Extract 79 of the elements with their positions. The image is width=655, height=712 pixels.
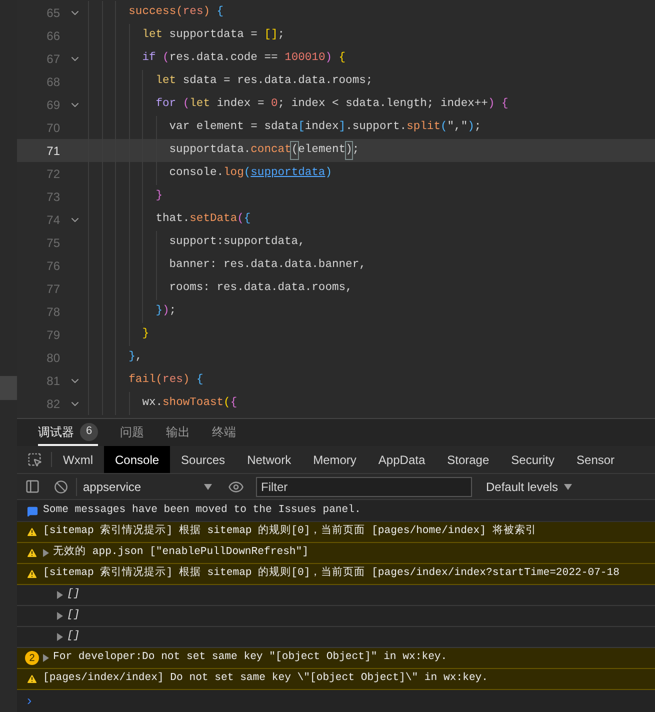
devtools-tab[interactable]: Memory	[302, 446, 368, 473]
code-line: success(res) {	[88, 1, 224, 24]
code-line: },	[88, 346, 142, 369]
expand-triangle-icon[interactable]	[43, 654, 49, 662]
console-message: Some messages have been moved to the Issues panel.	[43, 503, 361, 518]
panel-tab[interactable]: 输出	[166, 419, 190, 446]
warning-icon	[26, 673, 38, 685]
panel-tab[interactable]: 终端	[212, 419, 236, 446]
line-number: 78	[46, 304, 61, 320]
console-message: []	[67, 629, 80, 644]
line-number: 69	[46, 96, 61, 114]
line-number: 80	[46, 350, 61, 366]
line-number: 82	[46, 396, 61, 412]
count-badge: 6	[80, 422, 98, 440]
line-number: 67	[46, 50, 61, 68]
devtools-tab[interactable]: Sources	[170, 446, 236, 473]
dropdown-triangle-icon	[204, 484, 212, 490]
expand-triangle-icon[interactable]	[57, 633, 63, 641]
line-number: 74	[46, 212, 61, 228]
line-number: 68	[46, 74, 61, 90]
code-line: rooms: res.data.data.rooms,	[88, 277, 352, 300]
code-line: supportdata.concat(element);	[88, 139, 360, 162]
clear-console-icon[interactable]	[54, 480, 68, 494]
line-number: 66	[46, 28, 61, 44]
line-number: 76	[46, 258, 61, 274]
devtools-tab[interactable]: Storage	[436, 446, 500, 473]
devtools-tab[interactable]: Security	[500, 446, 566, 473]
eye-icon[interactable]	[228, 478, 244, 494]
expand-triangle-icon[interactable]	[57, 612, 63, 620]
console-message: [pages/index/index] Do not set same key \"[object Object]\" in wx:key.	[43, 671, 488, 686]
warning-icon	[26, 568, 38, 580]
code-line: fail(res) {	[88, 369, 204, 392]
console-message: []	[67, 608, 80, 624]
filter-field[interactable]: Filter	[256, 476, 472, 496]
inspect-icon[interactable]	[26, 452, 42, 467]
devtools-tab[interactable]: Wxml	[52, 446, 104, 473]
devtools-tab[interactable]: Console	[104, 446, 170, 473]
devtools-tab[interactable]: AppData	[367, 446, 436, 473]
warning-icon	[26, 547, 38, 559]
message-icon	[26, 506, 38, 516]
console-prompt[interactable]: ›	[27, 690, 32, 711]
context-dropdown[interactable]: appservice	[76, 478, 216, 496]
line-number: 65	[46, 4, 61, 22]
line-number: 81	[46, 372, 61, 390]
line-number: 72	[46, 166, 61, 182]
code-line: });	[88, 300, 176, 323]
devtools-tab[interactable]: Network	[236, 446, 302, 473]
code-line: banner: res.data.data.banner,	[88, 254, 366, 277]
code-line: that.setData({	[88, 208, 251, 231]
devtools-tab[interactable]: Sensor	[566, 446, 626, 473]
code-line: support:supportdata,	[88, 231, 305, 254]
console-message: For developer:Do not set same key "[object Object]" in wx:key.	[53, 650, 448, 666]
console-message: [sitemap 索引情况提示] 根据 sitemap 的规则[0]，当前页面 [pages/index/index?startTime=2022-07-18	[43, 566, 620, 582]
code-line: wx.showToast({	[88, 392, 238, 415]
expand-triangle-icon[interactable]	[57, 591, 63, 599]
activity-indicator	[0, 376, 17, 400]
sidebar-toggle-icon[interactable]	[25, 479, 40, 494]
console-message: [sitemap 索引情况提示] 根据 sitemap 的规则[0]，当前页面 [pages/home/index] 将被索引	[43, 524, 536, 540]
code-line: let sdata = res.data.data.rooms;	[88, 70, 373, 93]
code-line: }	[88, 323, 149, 346]
code-line: if (res.data.code == 100010) {	[88, 47, 346, 70]
console-message: 无效的 app.json ["enablePullDownRefresh"]	[53, 545, 309, 560]
levels-dropdown[interactable]: Default levels	[486, 478, 572, 496]
code-line: let supportdata = [];	[88, 24, 285, 47]
line-number: 77	[46, 280, 61, 298]
line-number: 73	[46, 188, 61, 206]
panel-tab[interactable]: 问题	[120, 419, 144, 446]
line-number: 75	[46, 234, 61, 252]
line-number: 71	[46, 142, 61, 160]
line-number: 70	[46, 120, 61, 136]
code-line: for (let index = 0; index < sdata.length; index++) {	[88, 93, 508, 116]
code-line: console.log(supportdata)	[88, 162, 332, 185]
dropdown-triangle-icon	[564, 484, 572, 490]
line-number: 79	[46, 326, 61, 344]
warning-icon	[26, 526, 38, 538]
count-badge: 2	[25, 651, 39, 665]
console-message: []	[67, 587, 80, 602]
expand-triangle-icon[interactable]	[43, 549, 49, 557]
code-line: }	[88, 185, 163, 208]
